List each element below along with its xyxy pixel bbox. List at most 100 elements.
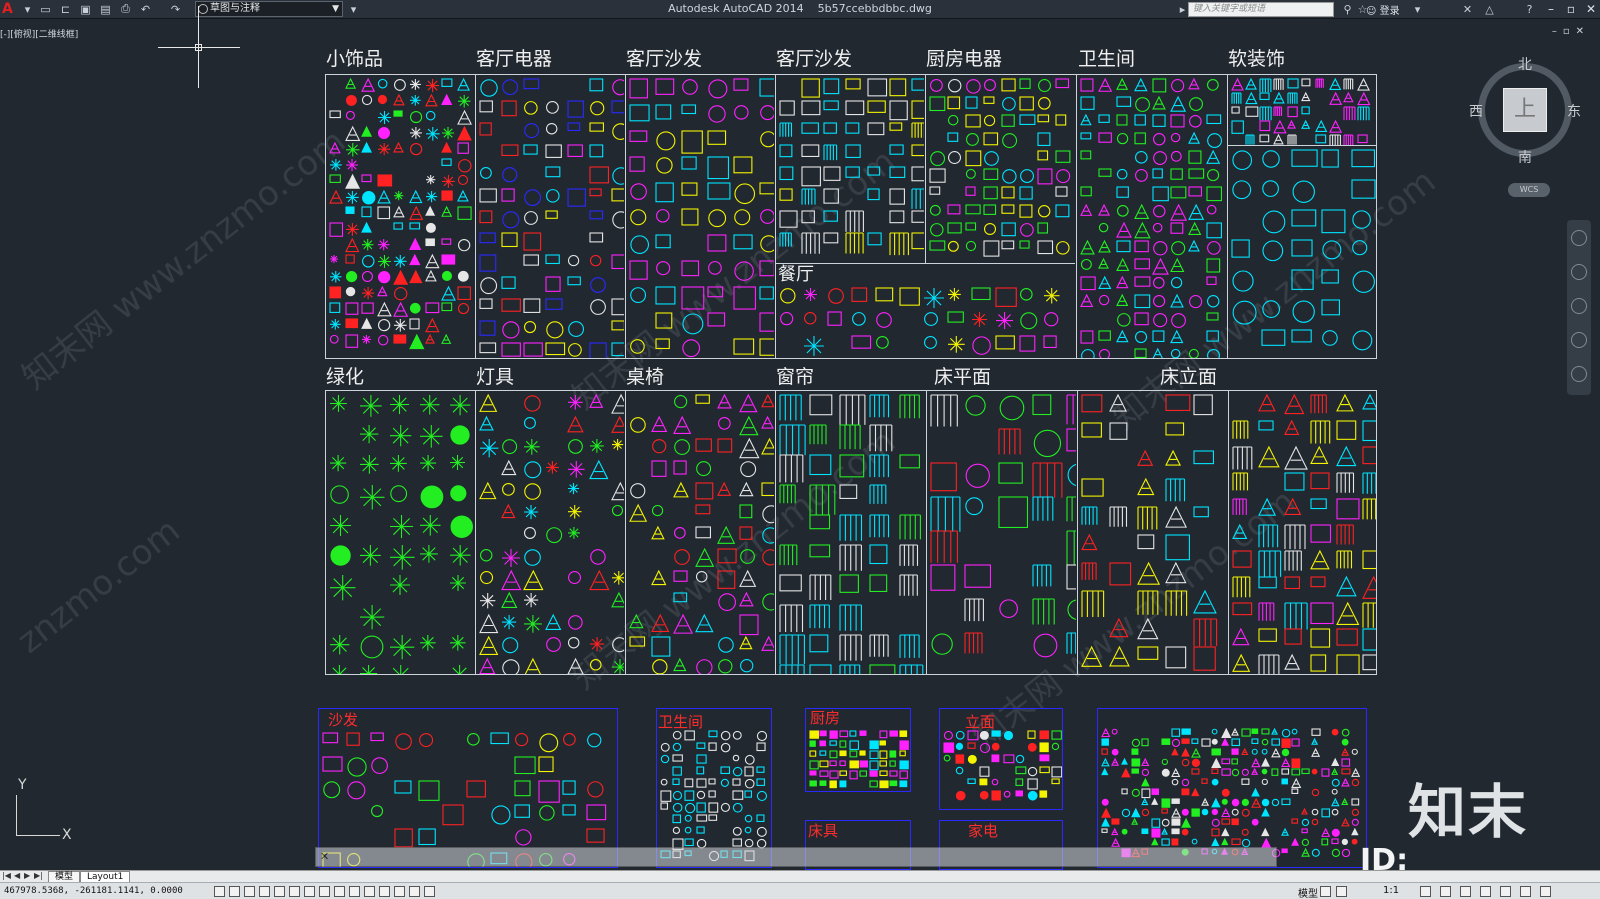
cad-block-symbol (1116, 186, 1129, 198)
3dosnap-icon[interactable] (304, 886, 315, 897)
ducs-icon[interactable] (334, 886, 345, 897)
redo-icon[interactable]: ↷ (168, 2, 183, 16)
cad-block-symbol (611, 188, 624, 202)
cad-block-symbol (718, 659, 733, 674)
workspace-dropdown[interactable]: 草图与注释 ▼ (195, 1, 343, 17)
cad-block-symbol (1171, 747, 1179, 756)
showmotion-icon[interactable] (1571, 366, 1587, 382)
cad-block-symbol (655, 78, 675, 95)
zoom-icon[interactable] (1571, 298, 1587, 314)
annotation-visibility-icon[interactable] (1420, 886, 1431, 897)
new-file-icon[interactable]: ▭ (38, 2, 53, 16)
viewcube-top-face[interactable]: 上 (1503, 88, 1547, 132)
minimize-button[interactable]: – (1540, 0, 1562, 18)
cad-block-symbol (756, 790, 768, 802)
layout-icon[interactable] (1320, 886, 1331, 897)
cad-block-symbol (1165, 478, 1186, 502)
grid-icon[interactable] (244, 886, 255, 897)
undo-icon[interactable]: ↶ (138, 2, 153, 16)
cad-block-symbol (1039, 790, 1048, 798)
exchange-icon[interactable]: ✕ (1460, 2, 1475, 16)
ortho-icon[interactable] (259, 886, 270, 897)
tab-first-icon[interactable]: |◀ (2, 871, 11, 880)
polar-icon[interactable] (274, 886, 285, 897)
otrack-icon[interactable] (319, 886, 330, 897)
snap-icon[interactable] (229, 886, 240, 897)
compass-west[interactable]: 西 (1469, 101, 1483, 121)
hardware-icon[interactable] (1500, 886, 1511, 897)
model-space-toggle[interactable]: 模型 (1298, 885, 1318, 899)
cad-block-symbol (1362, 446, 1376, 465)
cad-block-symbol (1141, 757, 1150, 767)
cad-block-symbol (589, 393, 604, 408)
close-button[interactable]: ✕ (1580, 0, 1600, 18)
drawing-window-controls[interactable]: –▫✕ (1552, 26, 1590, 37)
category-title: 小饰品 (326, 48, 384, 70)
cad-block-symbol (1039, 766, 1050, 774)
am-icon[interactable] (424, 886, 435, 897)
cad-block-symbol (1191, 787, 1200, 797)
dyn-icon[interactable] (349, 886, 360, 897)
maximize-button[interactable]: ▫ (1560, 0, 1582, 18)
binoculars-icon[interactable]: ⚲ (1340, 2, 1355, 16)
clean-screen-icon[interactable] (1540, 886, 1551, 897)
cad-block-symbol (1261, 329, 1286, 346)
compass-south[interactable]: 南 (1518, 147, 1532, 167)
infer-icon[interactable] (214, 886, 225, 897)
cad-block-symbol (1098, 257, 1109, 269)
save-icon[interactable]: ▣ (78, 2, 93, 16)
workspace-switch-icon[interactable] (1460, 886, 1471, 897)
login-arrow-icon[interactable]: ▾ (1410, 2, 1425, 16)
cad-block-symbol (524, 211, 538, 225)
close-icon[interactable]: ✕ (320, 850, 329, 863)
search-input[interactable]: 键入关键字或短语 (1188, 2, 1334, 17)
chevron-down-icon: ▼ (332, 4, 339, 14)
login-button[interactable]: ☺ 登录 (1366, 2, 1400, 17)
command-line[interactable]: ✕ (315, 847, 1277, 867)
cad-block-symbol (1301, 818, 1310, 827)
tab-next-icon[interactable]: ▶ (24, 871, 30, 880)
tpy-icon[interactable] (379, 886, 390, 897)
drawing-area[interactable]: 知末网 www.znzmo.com 知末网 www.znzmo.com 知末网 … (0, 20, 1570, 870)
cad-block-symbol (1171, 807, 1182, 818)
triangle-icon[interactable]: △ (1482, 2, 1497, 16)
cad-block-symbol (1003, 754, 1015, 764)
cad-block-symbol (479, 100, 493, 113)
compass-east[interactable]: 东 (1567, 101, 1581, 121)
viewcube[interactable]: 上 北 南 东 西 (1469, 57, 1581, 166)
cad-block-symbol (839, 454, 865, 478)
viewport-controls-label[interactable]: [-][俯视][二维线框] (0, 27, 78, 40)
cad-block-symbol (524, 189, 542, 207)
cad-block-symbol (1258, 420, 1274, 431)
annotation-scale[interactable]: 1:1 (1383, 885, 1399, 896)
menu-arrow-icon[interactable]: ▾ (20, 2, 35, 16)
osnap-icon[interactable] (289, 886, 300, 897)
qp-icon[interactable] (394, 886, 405, 897)
lwt-icon[interactable] (364, 886, 375, 897)
print-icon[interactable]: ⎙ (118, 2, 133, 16)
cad-block-symbol (673, 570, 688, 582)
compass-north[interactable]: 北 (1518, 54, 1532, 74)
sc-icon[interactable] (409, 886, 420, 897)
steering-wheel-icon[interactable] (1571, 230, 1587, 246)
auto-scale-icon[interactable] (1440, 886, 1451, 897)
isolate-icon[interactable] (1520, 886, 1531, 897)
tab-prev-icon[interactable]: ◀ (14, 871, 20, 880)
pan-icon[interactable] (1571, 264, 1587, 280)
wcs-menu[interactable]: WCS (1508, 183, 1550, 197)
autocad-logo-icon[interactable]: A (2, 1, 16, 17)
open-file-icon[interactable]: ⊏ (58, 2, 73, 16)
customize-toolbar-icon[interactable]: ▾ (346, 2, 361, 16)
lock-icon[interactable] (1480, 886, 1491, 897)
orbit-icon[interactable] (1571, 332, 1587, 348)
cad-block-symbol (965, 222, 977, 231)
cad-block-symbol (361, 77, 376, 92)
tab-last-icon[interactable]: ▶| (34, 871, 43, 880)
save-as-icon[interactable]: ▤ (98, 2, 113, 16)
cad-block-symbol (1336, 575, 1357, 597)
cad-block-symbol (501, 614, 517, 630)
cad-block-symbol (733, 234, 753, 250)
cad-block-symbol (589, 438, 604, 453)
quick-view-icon[interactable] (1336, 886, 1347, 897)
help-icon[interactable]: ? (1522, 2, 1537, 16)
